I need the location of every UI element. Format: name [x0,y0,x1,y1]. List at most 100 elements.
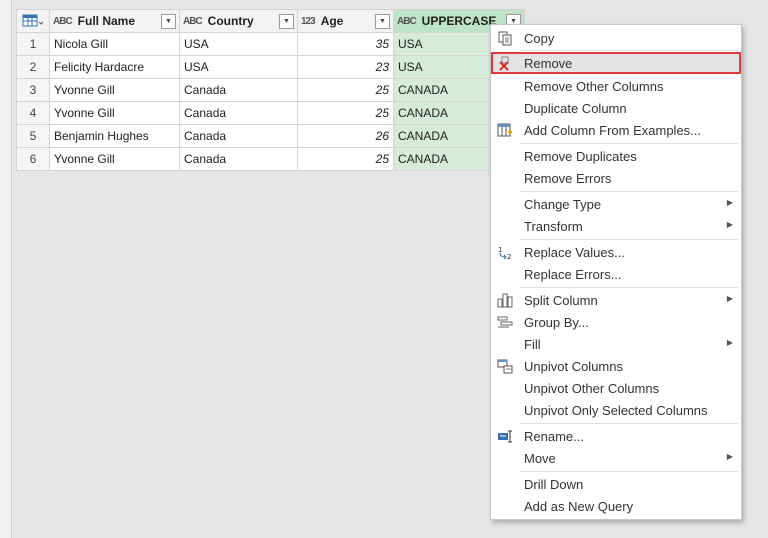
menu-item-rename[interactable]: Rename... [491,425,741,447]
menu-item-label: Move [524,451,556,466]
menu-item-move[interactable]: Move ▶ [491,447,741,469]
cell-full-name[interactable]: Yvonne Gill [49,101,180,125]
table-row[interactable]: 5 Benjamin Hughes Canada 26 CANADA [16,124,525,148]
cell-country[interactable]: USA [179,32,298,56]
cell-country[interactable]: Canada [179,101,298,125]
rename-icon [496,428,514,444]
menu-item-group-by[interactable]: Group By... [491,311,741,333]
menu-item-label: Remove Other Columns [524,79,664,94]
menu-item-label: Duplicate Column [524,101,627,116]
menu-item-label: Transform [524,219,583,234]
menu-item-fill[interactable]: Fill ▶ [491,333,741,355]
menu-separator [520,191,738,192]
cell-age[interactable]: 35 [297,32,394,56]
row-number: 2 [16,55,50,79]
menu-item-label: Split Column [524,293,598,308]
cell-age[interactable]: 23 [297,55,394,79]
menu-separator [520,423,738,424]
menu-item-label: Remove Duplicates [524,149,637,164]
menu-item-transform[interactable]: Transform ▶ [491,215,741,237]
column-header-age[interactable]: 123 Age ▼ [297,9,394,33]
menu-item-label: Unpivot Only Selected Columns [524,403,708,418]
menu-item-copy[interactable]: Copy [491,27,741,49]
menu-item-unpivot-only-selected-columns[interactable]: Unpivot Only Selected Columns [491,399,741,421]
table-row[interactable]: 4 Yvonne Gill Canada 25 CANADA [16,101,525,125]
menu-separator [520,287,738,288]
cell-age[interactable]: 25 [297,101,394,125]
table-row[interactable]: 2 Felicity Hardacre USA 23 USA [16,55,525,79]
table-row[interactable]: 1 Nicola Gill USA 35 USA [16,32,525,56]
column-header-full-name[interactable]: ABC Full Name ▼ [49,9,180,33]
menu-item-remove-other-columns[interactable]: Remove Other Columns [491,75,741,97]
row-number: 5 [16,124,50,148]
context-menu: Copy Remove Remove Other Columns Duplica… [490,24,742,520]
cell-full-name[interactable]: Yvonne Gill [49,147,180,171]
menu-item-label: Replace Values... [524,245,625,260]
table-menu-button[interactable] [16,9,50,33]
column-header-label: Country [207,14,254,28]
menu-item-label: Replace Errors... [524,267,622,282]
column-header-label: Full Name [77,14,136,28]
table-icon [18,11,49,32]
menu-item-label: Rename... [524,429,584,444]
menu-separator [520,50,738,51]
split-column-icon [496,292,514,308]
column-header-country[interactable]: ABC Country ▼ [179,9,298,33]
add-column-examples-icon [496,122,514,138]
menu-item-label: Fill [524,337,541,352]
cell-country[interactable]: Canada [179,78,298,102]
menu-item-remove-duplicates[interactable]: Remove Duplicates [491,145,741,167]
row-number: 4 [16,101,50,125]
menu-item-label: Copy [524,31,555,46]
menu-item-remove-errors[interactable]: Remove Errors [491,167,741,189]
menu-item-label: Add Column From Examples... [524,123,702,138]
cell-full-name[interactable]: Nicola Gill [49,32,180,56]
svg-text:1: 1 [498,246,502,254]
menu-item-unpivot-columns[interactable]: Unpivot Columns [491,355,741,377]
menu-item-label: Group By... [524,315,589,330]
cell-country[interactable]: Canada [179,147,298,171]
cell-age[interactable]: 26 [297,124,394,148]
menu-item-label: Unpivot Columns [524,359,623,374]
cell-country[interactable]: USA [179,55,298,79]
menu-item-split-column[interactable]: Split Column ▶ [491,289,741,311]
filter-dropdown-icon[interactable]: ▼ [375,13,390,29]
cell-age[interactable]: 25 [297,78,394,102]
filter-dropdown-icon[interactable]: ▼ [279,13,294,29]
group-by-icon [496,314,514,330]
cell-country[interactable]: Canada [179,124,298,148]
copy-icon [496,30,514,46]
menu-item-add-column-from-examples[interactable]: Add Column From Examples... [491,119,741,141]
cell-full-name[interactable]: Yvonne Gill [49,78,180,102]
submenu-arrow-icon: ▶ [726,338,733,347]
text-type-icon: ABC [397,15,417,27]
table-row[interactable]: 6 Yvonne Gill Canada 25 CANADA [16,147,525,171]
submenu-arrow-icon: ▶ [726,220,733,229]
menu-item-drill-down[interactable]: Drill Down [491,473,741,495]
menu-item-unpivot-other-columns[interactable]: Unpivot Other Columns [491,377,741,399]
submenu-arrow-icon: ▶ [726,198,733,207]
menu-separator [520,471,738,472]
submenu-arrow-icon: ▶ [726,452,733,461]
data-grid: ABC Full Name ▼ ABC Country ▼ 123 Age ▼ [16,9,525,171]
column-header-label: Age [320,14,344,28]
menu-item-replace-errors[interactable]: Replace Errors... [491,263,741,285]
svg-text:2: 2 [507,253,511,260]
number-type-icon: 123 [301,15,316,27]
menu-item-duplicate-column[interactable]: Duplicate Column [491,97,741,119]
menu-item-change-type[interactable]: Change Type ▶ [491,193,741,215]
menu-item-label: Remove Errors [524,171,612,186]
text-type-icon: ABC [183,15,203,27]
left-panel-edge [0,0,12,538]
menu-item-add-as-new-query[interactable]: Add as New Query [491,495,741,517]
cell-full-name[interactable]: Felicity Hardacre [49,55,180,79]
replace-values-icon: 12 [496,244,514,260]
menu-separator [520,239,738,240]
table-row[interactable]: 3 Yvonne Gill Canada 25 CANADA [16,78,525,102]
menu-item-replace-values[interactable]: 12 Replace Values... [491,241,741,263]
cell-age[interactable]: 25 [297,147,394,171]
menu-separator [520,143,738,144]
filter-dropdown-icon[interactable]: ▼ [161,13,176,29]
menu-item-remove[interactable]: Remove [491,52,741,74]
cell-full-name[interactable]: Benjamin Hughes [49,124,180,148]
